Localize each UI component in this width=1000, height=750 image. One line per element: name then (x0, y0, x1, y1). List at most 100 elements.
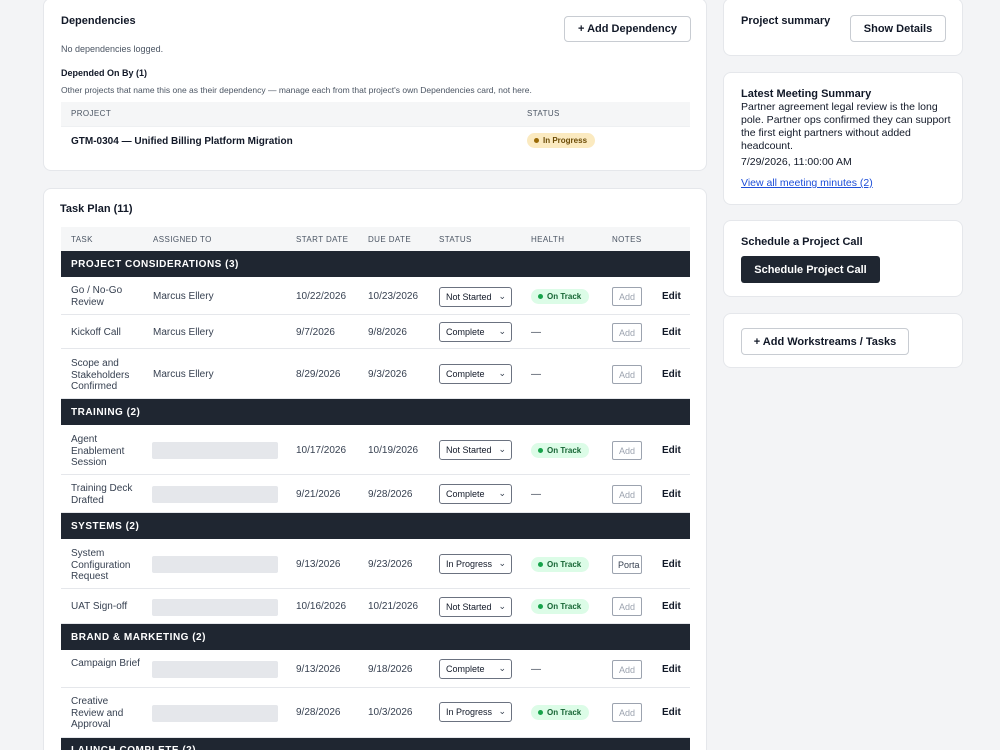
task-due-date: 10/21/2026 (368, 601, 419, 612)
group-systems[interactable]: SYSTEMS (2) (61, 513, 690, 539)
dependencies-card: Dependencies + Add Dependency No depende… (43, 0, 707, 171)
health-dot-icon (538, 294, 543, 299)
health-none: — (531, 489, 541, 500)
task-row[interactable]: Campaign Brief 9/13/2026 9/18/2026 Compl… (61, 650, 690, 688)
task-name: Go / No-Go Review (71, 285, 123, 308)
column-status: STATUS (439, 235, 472, 244)
depended-table-row[interactable]: GTM-0304 — Unified Billing Platform Migr… (61, 126, 690, 156)
task-row[interactable]: Kickoff Call Marcus Ellery 9/7/2026 9/8/… (61, 315, 690, 349)
notes-input[interactable]: Add (612, 287, 642, 306)
task-table-header: TASK ASSIGNED TO START DATE DUE DATE STA… (61, 227, 690, 251)
task-row[interactable]: Agent Enablement Session 10/17/2026 10/1… (61, 425, 690, 475)
task-status-select[interactable]: Complete ⌄ (439, 364, 512, 384)
task-status-select[interactable]: Not Started ⌄ (439, 287, 512, 307)
task-assignee: Marcus Ellery (153, 291, 214, 302)
meeting-timestamp: 7/29/2026, 11:00:00 AM (741, 156, 852, 168)
depended-project-name[interactable]: GTM-0304 — Unified Billing Platform Migr… (71, 136, 293, 147)
chevron-down-icon: ⌄ (498, 601, 506, 611)
edit-button[interactable]: Edit (662, 559, 681, 570)
task-due-date: 9/3/2026 (368, 369, 407, 380)
health-badge: On Track (531, 557, 590, 572)
group-launch-complete[interactable]: LAUNCH COMPLETE (2) (61, 738, 690, 750)
task-row[interactable]: Training Deck Drafted 9/21/2026 9/28/202… (61, 475, 690, 513)
assignee-placeholder (152, 556, 278, 573)
task-name: Kickoff Call (71, 327, 121, 338)
add-workstreams-button[interactable]: + Add Workstreams / Tasks (741, 328, 909, 355)
column-start-date: START DATE (296, 235, 349, 244)
task-row[interactable]: UAT Sign-off 10/16/2026 10/21/2026 Not S… (61, 589, 690, 624)
schedule-project-call-button[interactable]: Schedule Project Call (741, 256, 880, 283)
task-row[interactable]: Creative Review and Approval 9/28/2026 1… (61, 688, 690, 738)
task-name: Training Deck Drafted (71, 483, 133, 506)
task-row[interactable]: Go / No-Go Review Marcus Ellery 10/22/20… (61, 277, 690, 315)
health-dot-icon (538, 604, 543, 609)
task-status-value: Complete (446, 327, 485, 337)
edit-button[interactable]: Edit (662, 445, 681, 456)
edit-button[interactable]: Edit (662, 291, 681, 302)
notes-input[interactable]: Add (612, 703, 642, 722)
notes-input[interactable]: Add (612, 323, 642, 342)
task-status-select[interactable]: Not Started ⌄ (439, 597, 512, 617)
add-dependency-button[interactable]: + Add Dependency (564, 16, 691, 42)
assignee-placeholder (152, 486, 278, 503)
health-none: — (531, 664, 541, 675)
column-task: TASK (71, 235, 93, 244)
task-status-value: Not Started (446, 445, 492, 455)
task-status-select[interactable]: Complete ⌄ (439, 659, 512, 679)
chevron-down-icon: ⌄ (498, 663, 506, 673)
chevron-down-icon: ⌄ (498, 291, 506, 301)
edit-button[interactable]: Edit (662, 327, 681, 338)
depended-on-by-title: Depended On By (1) (61, 68, 148, 78)
view-meeting-minutes-link[interactable]: View all meeting minutes (2) (741, 177, 873, 189)
column-assigned-to: ASSIGNED TO (153, 235, 212, 244)
notes-input[interactable]: Porta (612, 555, 642, 574)
assignee-placeholder (152, 705, 278, 722)
schedule-call-card: Schedule a Project Call Schedule Project… (723, 220, 963, 297)
task-start-date: 9/28/2026 (296, 707, 341, 718)
task-status-select[interactable]: In Progress ⌄ (439, 554, 512, 574)
notes-input[interactable]: Add (612, 597, 642, 616)
task-status-select[interactable]: Not Started ⌄ (439, 440, 512, 460)
group-brand-marketing[interactable]: BRAND & MARKETING (2) (61, 624, 690, 650)
task-status-select[interactable]: In Progress ⌄ (439, 702, 512, 722)
task-row[interactable]: System Configuration Request 9/13/2026 9… (61, 539, 690, 589)
task-status-value: Complete (446, 664, 485, 674)
edit-button[interactable]: Edit (662, 601, 681, 612)
edit-button[interactable]: Edit (662, 707, 681, 718)
health-label: On Track (547, 560, 582, 569)
task-status-value: Complete (446, 369, 485, 379)
edit-button[interactable]: Edit (662, 369, 681, 380)
edit-button[interactable]: Edit (662, 489, 681, 500)
notes-input[interactable]: Add (612, 441, 642, 460)
assignee-placeholder (152, 442, 278, 459)
task-status-select[interactable]: Complete ⌄ (439, 322, 512, 342)
show-details-button[interactable]: Show Details (850, 15, 946, 42)
status-badge-label: In Progress (543, 136, 588, 145)
chevron-down-icon: ⌄ (498, 706, 506, 716)
assignee-placeholder (152, 599, 278, 616)
task-start-date: 10/17/2026 (296, 445, 347, 456)
no-dependencies-text: No dependencies logged. (61, 44, 164, 54)
notes-input[interactable]: Add (612, 660, 642, 679)
meeting-summary-body: Partner agreement legal review is the lo… (741, 101, 951, 152)
task-name: System Configuration Request (71, 548, 131, 582)
group-training[interactable]: TRAINING (2) (61, 399, 690, 425)
task-due-date: 9/18/2026 (368, 664, 413, 675)
task-row[interactable]: Scope and Stakeholders Confirmed Marcus … (61, 349, 690, 399)
task-name: Campaign Brief (71, 658, 140, 669)
chevron-down-icon: ⌄ (498, 368, 506, 378)
column-due-date: DUE DATE (368, 235, 412, 244)
task-due-date: 9/23/2026 (368, 559, 413, 570)
health-none: — (531, 327, 541, 338)
chevron-down-icon: ⌄ (498, 558, 506, 568)
notes-input[interactable]: Add (612, 485, 642, 504)
health-label: On Track (547, 446, 582, 455)
status-dot-icon (534, 138, 539, 143)
task-status-select[interactable]: Complete ⌄ (439, 484, 512, 504)
task-start-date: 10/22/2026 (296, 291, 347, 302)
task-due-date: 10/19/2026 (368, 445, 419, 456)
column-notes: NOTES (612, 235, 642, 244)
notes-input[interactable]: Add (612, 365, 642, 384)
edit-button[interactable]: Edit (662, 664, 681, 675)
group-project-considerations[interactable]: PROJECT CONSIDERATIONS (3) (61, 251, 690, 277)
